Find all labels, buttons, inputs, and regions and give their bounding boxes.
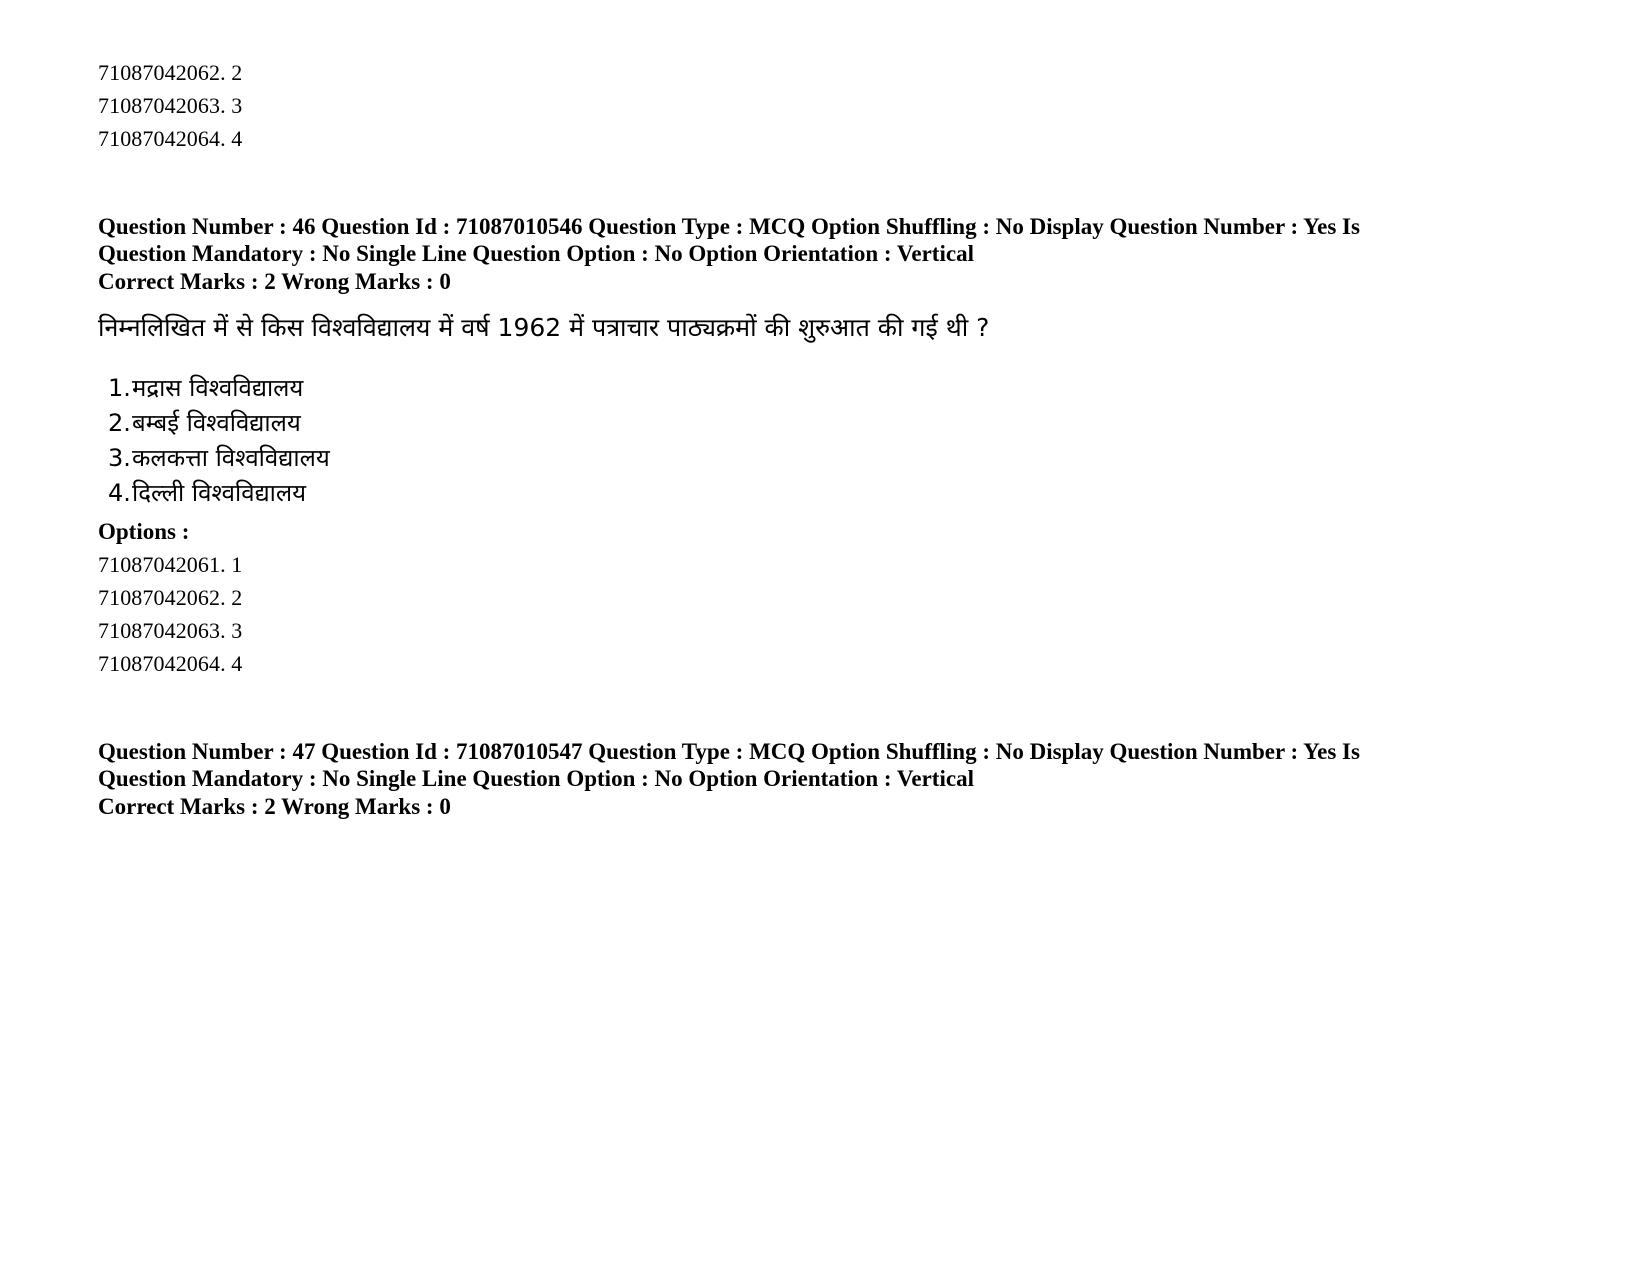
document-page: 71087042062. 2 71087042063. 3 7108704206… <box>0 0 1650 1275</box>
option-id-line: 71087042064. 4 <box>98 651 243 676</box>
answer-choice-label: कलकत्ता विश्वविद्यालय <box>132 444 330 472</box>
option-id-line: 71087042062. 2 <box>98 60 243 85</box>
option-id-line: 71087042062. 2 <box>98 585 243 610</box>
answer-choice-label: बम्बई विश्वविद्यालय <box>132 409 301 437</box>
answer-choice-label: मद्रास विश्वविद्यालय <box>132 374 304 402</box>
option-id-line: 71087042064. 4 <box>98 126 243 151</box>
question-marks: Correct Marks : 2 Wrong Marks : 0 <box>98 269 451 294</box>
continued-option-id-list: 71087042062. 2 71087042063. 3 7108704206… <box>98 56 1418 155</box>
document-content: 71087042062. 2 71087042063. 3 7108704206… <box>98 56 1418 822</box>
question-metadata-line-2: Question Mandatory : No Single Line Ques… <box>98 241 974 266</box>
option-id-line: 71087042061. 1 <box>98 552 243 577</box>
answer-choice-number: 4. <box>108 479 131 507</box>
option-id-line: 71087042063. 3 <box>98 618 243 643</box>
question-marks: Correct Marks : 2 Wrong Marks : 0 <box>98 794 451 819</box>
question-block-46: Question Number : 46 Question Id : 71087… <box>98 213 1418 680</box>
question-metadata-line-2: Question Mandatory : No Single Line Ques… <box>98 766 974 791</box>
question-metadata: Question Number : 46 Question Id : 71087… <box>98 213 1410 267</box>
option-id-list: 71087042061. 1 71087042062. 2 7108704206… <box>98 548 1418 680</box>
answer-choice-label: दिल्ली विश्वविद्यालय <box>132 479 307 507</box>
answer-choice[interactable]: 4.दिल्ली विश्वविद्यालय <box>98 476 1418 511</box>
question-text: निम्नलिखित में से किस विश्वविद्यालय में … <box>98 313 990 342</box>
answer-choice-number: 3. <box>108 444 131 472</box>
answer-choice[interactable]: 2.बम्बई विश्वविद्यालय <box>98 406 1418 441</box>
option-id-line: 71087042063. 3 <box>98 93 243 118</box>
answer-choice-list: 1.मद्रास विश्वविद्यालय 2.बम्बई विश्वविद्… <box>98 371 1418 511</box>
question-metadata: Question Number : 47 Question Id : 71087… <box>98 738 1410 792</box>
question-metadata-line-1: Question Number : 47 Question Id : 71087… <box>98 739 1360 764</box>
answer-choice[interactable]: 1.मद्रास विश्वविद्यालय <box>98 371 1418 406</box>
answer-choice-number: 1. <box>108 374 131 402</box>
question-block-47: Question Number : 47 Question Id : 71087… <box>98 738 1418 822</box>
answer-choice-number: 2. <box>108 409 131 437</box>
answer-choice[interactable]: 3.कलकत्ता विश्वविद्यालय <box>98 441 1418 476</box>
question-metadata-line-1: Question Number : 46 Question Id : 71087… <box>98 214 1360 239</box>
options-label: Options : <box>98 519 190 544</box>
